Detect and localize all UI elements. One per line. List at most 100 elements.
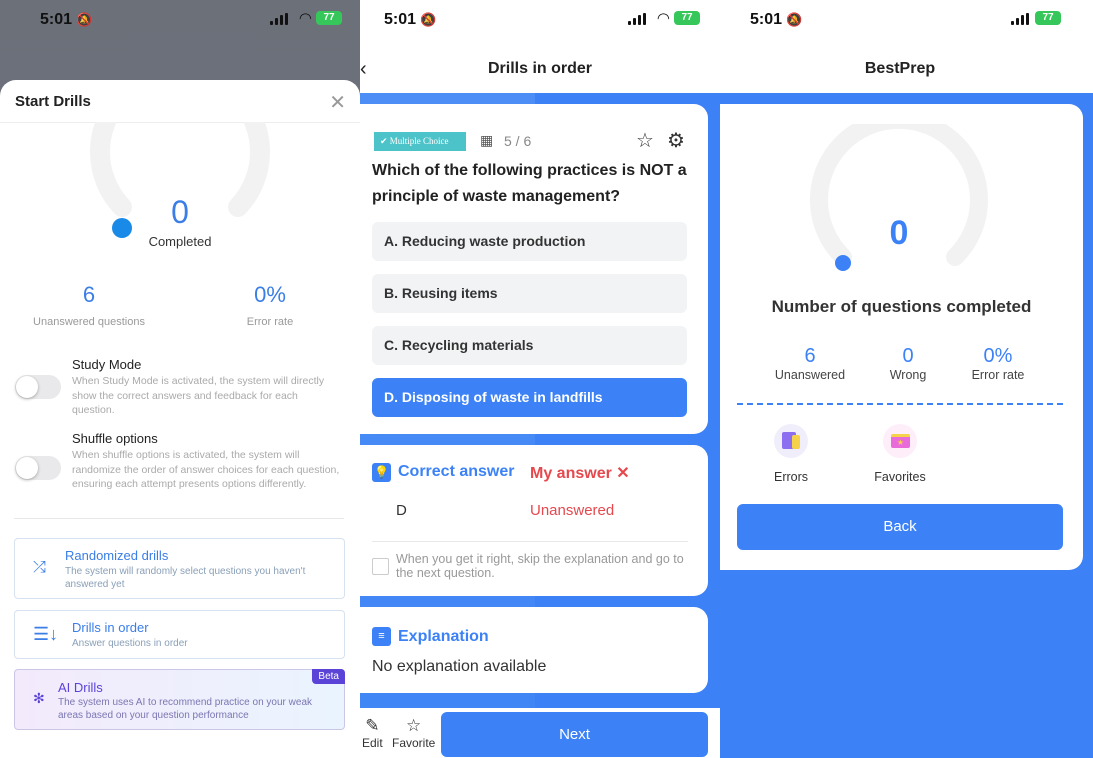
explanation-card: ≡ Explanation No explanation available [360,607,708,693]
next-button[interactable]: Next [441,712,708,757]
error-rate-value: 0% [254,282,286,307]
answer-option-a[interactable]: A. Reducing waste production [372,222,687,261]
question-card: ✔ Multiple Choice ▦ 5 / 6 ☆ ⚙ Which of t… [360,104,708,434]
card-desc: The system will randomly select question… [65,566,306,590]
status-bar: 5:01 🔕 ◠ 77 [360,0,720,40]
status-time: 5:01 [384,11,417,28]
study-mode-title: Study Mode [72,357,142,372]
error-rate-stat: 0% Error rate [948,344,1048,382]
completed-title: Number of questions completed [771,297,1032,316]
my-answer-value: Unanswered [530,502,615,519]
battery-icon: 77 [674,11,700,25]
completed-label: Completed [148,234,212,249]
results-card: 0 Number of questions completed 6 Unansw… [720,104,1083,570]
sheet-title: Start Drills [15,93,91,110]
signal-icon [1011,13,1029,25]
signal-icon [628,13,646,25]
drills-in-order-card[interactable]: ☰↓ Drills in order Answer questions in o… [14,610,345,659]
unanswered-stat: 6 Unanswered questions [14,282,164,328]
status-bar: 5:01 🔕 ◠ 77 [720,0,1093,40]
error-rate-label: Error rate [246,316,294,328]
stat-label: Wrong [889,368,927,382]
wifi-icon: ◠ [298,10,312,27]
question-text: Which of the following practices is NOT … [372,162,687,205]
results-screen: 5:01 🔕 ◠ 77 BestPrep 0 Number of questio… [720,0,1093,758]
answer-option-d[interactable]: D. Disposing of waste in landfills [372,378,687,417]
correct-answer-label: Correct answer [398,463,515,480]
stat-value: 0 [902,345,914,367]
completion-gauge: 0 Completed [88,61,272,252]
battery-icon: 77 [1035,11,1061,25]
list-order-icon: ☰↓ [33,624,59,644]
completion-gauge: 0 [806,110,992,274]
bottom-toolbar: ✎ Edit ☆ Favorite Next [360,708,720,758]
question-type-label: Multiple Choice [389,136,449,146]
my-answer-label: My answer ✕ [530,465,630,482]
nav-title: BestPrep [864,60,936,77]
favorites-label: Favorites [874,470,926,484]
study-mode-desc: When Study Mode is activated, the system… [72,375,325,416]
signal-icon [270,13,288,25]
wrong-stat: 0 Wrong [858,344,958,382]
start-drills-screen: 5:01 🔕 ◠ 77 Start Drills ✕ 0 Completed 6… [0,0,360,758]
status-bar: 5:01 🔕 ◠ 77 [0,0,360,40]
card-desc: The system uses AI to recommend practice… [58,697,312,721]
skip-explanation-text: When you get it right, skip the explanat… [396,552,684,580]
answer-option-c[interactable]: C. Recycling materials [372,326,687,365]
favorite-button[interactable]: ☆ Favorite [392,716,435,750]
silent-bell-icon: 🔕 [786,12,803,27]
explanation-search-icon: ≡ [372,627,391,646]
edit-icon: ✎ [365,716,380,735]
shuffle-options-desc: When shuffle options is activated, the s… [72,449,340,490]
beta-badge: Beta [312,669,345,684]
dashed-divider [737,403,1063,405]
drill-question-screen: 5:01 🔕 ◠ 77 ‹ Drills in order ✔ Multiple… [360,0,720,758]
study-mode-toggle[interactable] [15,375,61,399]
question-count: 5 / 6 [504,133,532,149]
question-type-tag: ✔ Multiple Choice [374,132,466,151]
battery-icon: 77 [316,11,342,25]
edit-label: Edit [362,736,383,750]
card-title: Randomized drills [65,548,169,563]
unanswered-stat: 6 Unanswered [760,344,860,382]
stat-label: Unanswered [774,368,846,382]
shuffle-options-toggle[interactable] [15,456,61,480]
divider [372,541,688,542]
wifi-icon: ◠ [656,10,670,27]
favorite-label: Favorite [392,736,436,750]
favorites-folder-icon: ★ [883,424,917,458]
status-time: 5:01 [750,11,783,28]
errors-book-icon [774,424,808,458]
start-drills-sheet: Start Drills ✕ 0 Completed 6 Unanswered … [0,61,360,758]
calendar-icon: ▦ [480,132,494,148]
unanswered-value: 6 [82,282,96,307]
randomized-drills-card[interactable]: ⤮ Randomized drills The system will rand… [14,538,345,599]
favorites-button[interactable]: ★ Favorites [860,424,940,484]
stat-value: 0% [983,345,1013,367]
shuffle-icon: ⤮ [33,559,46,576]
errors-label: Errors [773,470,809,484]
answer-result-card: 💡 Correct answer My answer ✕ D Unanswere… [360,445,708,596]
gauge-arc [90,61,270,238]
card-title: Drills in order [72,620,149,635]
stat-label: Error rate [971,368,1025,382]
answer-option-b[interactable]: B. Reusing items [372,274,687,313]
shuffle-options-title: Shuffle options [72,431,158,446]
ai-atom-icon: ✻ [33,690,45,706]
back-button[interactable]: Back [737,504,1063,550]
error-rate-stat: 0% Error rate [195,282,345,328]
favorite-star-icon[interactable]: ☆ [636,128,654,153]
errors-button[interactable]: Errors [751,424,831,484]
favorite-star-icon: ☆ [406,716,422,735]
skip-explanation-checkbox[interactable] [372,558,389,575]
close-icon[interactable]: ✕ [329,90,346,115]
completed-value: 0 [171,194,189,230]
divider [14,518,344,519]
card-desc: Answer questions in order [72,638,188,649]
nav-title: Drills in order [487,60,593,77]
silent-bell-icon: 🔕 [420,12,437,27]
explanation-body: No explanation available [372,658,547,675]
edit-button[interactable]: ✎ Edit [362,716,383,750]
ai-drills-card[interactable]: ✻ AI Drills The system uses AI to recomm… [14,669,345,730]
settings-gear-icon[interactable]: ⚙ [667,128,685,153]
